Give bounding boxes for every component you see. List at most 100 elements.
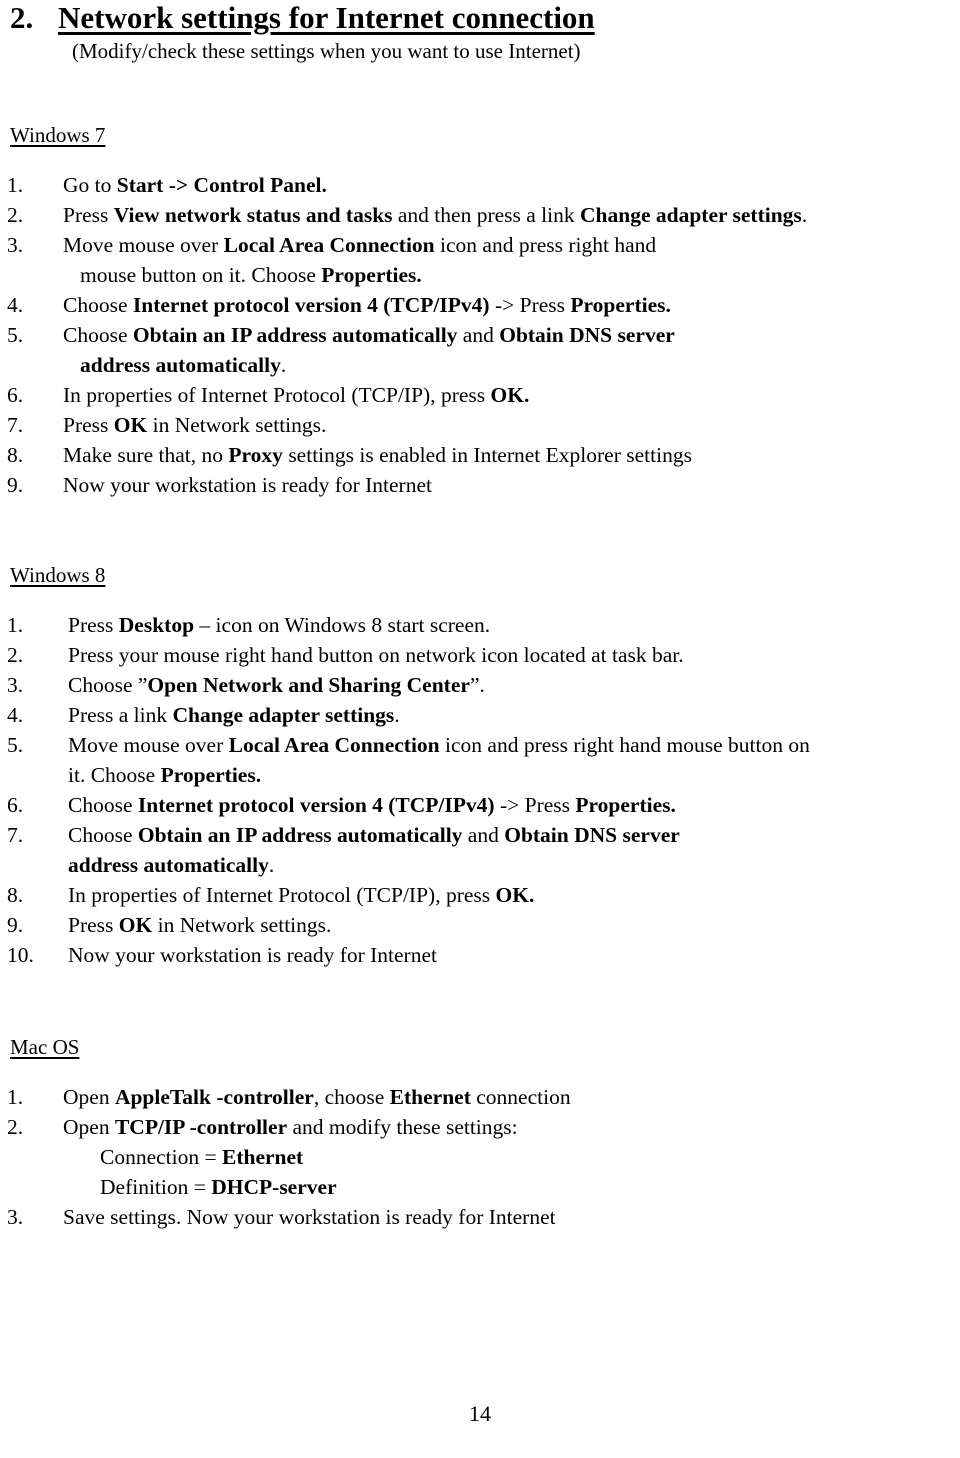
body-text: – icon on Windows 8 start screen. [194, 613, 491, 637]
emphasis-text: Local Area Connection [228, 733, 440, 757]
body-text: In properties of Internet Protocol (TCP/… [68, 883, 496, 907]
step-item: 7. Choose Obtain an IP address automatica… [0, 820, 960, 880]
body-text: Connection = [100, 1145, 222, 1169]
emphasis-text: Change adapter settings [172, 703, 395, 727]
body-text: Now your workstation is ready for Intern… [68, 943, 437, 967]
step-text: Now your workstation is ready for Intern… [0, 470, 960, 500]
step-item: 10. Now your workstation is ready for Int… [0, 940, 960, 970]
step-marker: 5. [7, 323, 24, 347]
emphasis-text: View network status and tasks [113, 203, 393, 227]
step-text: Make sure that, no Proxy settings is ena… [0, 440, 960, 470]
emphasis-text: OK. [490, 383, 530, 407]
step-item: 9. Press OK in Network settings. [0, 910, 960, 940]
step-text: Press OK in Network settings. [0, 410, 960, 440]
step-text: Press Desktop – icon on Windows 8 start … [0, 610, 960, 640]
step-text: Choose Internet protocol version 4 (TCP/… [0, 290, 960, 320]
emphasis-text: Ethernet [389, 1085, 471, 1109]
step-marker: 2. [7, 203, 24, 227]
step-item: 9. Now your workstation is ready for Inte… [0, 470, 960, 500]
section-heading-windows-8: Windows 8 [10, 562, 105, 588]
page-title-text: Network settings for Internet connection [58, 0, 595, 35]
step-marker: 5. [7, 733, 24, 757]
emphasis-text: Open Network and Sharing Center [147, 673, 470, 697]
body-text: Open [63, 1085, 115, 1109]
step-item: 4. Choose Internet protocol version 4 (TC… [0, 290, 960, 320]
body-text: Press your mouse right hand button on ne… [68, 643, 684, 667]
step-continuation-line: mouse button on it. Choose Properties. [0, 260, 960, 290]
body-text: . [394, 703, 400, 727]
step-continuation-line: address automatically. [0, 850, 960, 880]
step-item: 3. Choose ”Open Network and Sharing Cente… [0, 670, 960, 700]
step-text: Save settings. Now your workstation is r… [0, 1202, 960, 1232]
step-text: Press your mouse right hand button on ne… [0, 640, 960, 670]
step-marker: 3. [7, 1205, 24, 1229]
step-continuation-line: address automatically. [0, 350, 960, 380]
step-marker: 8. [7, 883, 24, 907]
step-text: In properties of Internet Protocol (TCP/… [0, 880, 960, 910]
step-marker: 1. [7, 613, 24, 637]
body-text: Now your workstation is ready for Intern… [63, 473, 432, 497]
body-text: Choose [63, 293, 133, 317]
step-item: 5. Choose Obtain an IP address automatica… [0, 320, 960, 380]
body-text: Choose [63, 323, 133, 347]
body-text: Choose ” [68, 673, 148, 697]
step-marker: 9. [7, 473, 24, 497]
body-text: Press [68, 613, 119, 637]
body-text: Move mouse over [68, 733, 229, 757]
emphasis-text: OK. [495, 883, 535, 907]
body-text: . [268, 853, 275, 877]
body-text: . [280, 353, 287, 377]
section-heading-windows-7-label: Windows 7 [10, 123, 106, 147]
emphasis-text: Proxy [228, 443, 283, 467]
emphasis-text: OK [113, 413, 148, 437]
section-heading-mac-os-label: Mac OS [10, 1035, 80, 1059]
emphasis-text: address automatically [80, 353, 281, 377]
emphasis-text: Obtain an IP address automatically [137, 823, 463, 847]
emphasis-text: Local Area Connection [223, 233, 435, 257]
step-marker: 2. [7, 643, 24, 667]
step-marker: 4. [7, 703, 24, 727]
emphasis-text: Desktop [118, 613, 195, 637]
emphasis-text: Internet protocol version 4 (TCP/IPv4) [137, 793, 495, 817]
step-text: Move mouse over Local Area Connection ic… [0, 230, 960, 260]
body-text: Open [63, 1115, 115, 1139]
step-list-mac-os: 1. Open AppleTalk -controller, choose Eth… [0, 1082, 960, 1232]
step-item: 2. Press View network status and tasks an… [0, 200, 960, 230]
page-title-number: 2. [10, 0, 34, 35]
emphasis-text: TCP/IP -controller [114, 1115, 288, 1139]
body-text: in Network settings. [152, 913, 332, 937]
body-text: ”. [469, 673, 485, 697]
emphasis-text: Obtain an IP address automatically [132, 323, 458, 347]
step-marker: 1. [7, 1085, 24, 1109]
body-text: . [801, 203, 808, 227]
page-subtitle: (Modify/check these settings when you wa… [72, 39, 581, 63]
page-title: 2. Network settings for Internet connecti… [10, 0, 910, 36]
emphasis-text: Obtain DNS server [504, 823, 680, 847]
step-marker: 10. [7, 943, 34, 967]
step-text: Choose Obtain an IP address automaticall… [0, 320, 960, 350]
body-text: mouse button on it. Choose [80, 263, 322, 287]
step-text: Choose Obtain an IP address automaticall… [0, 820, 960, 850]
step-continuation-line: Connection = Ethernet [0, 1142, 960, 1172]
step-list-windows-7: 1. Go to Start -> Control Panel. 2. Press V… [0, 170, 960, 500]
body-text: Make sure that, no [63, 443, 229, 467]
step-item: 6. Choose Internet protocol version 4 (TC… [0, 790, 960, 820]
step-text: Press OK in Network settings. [0, 910, 960, 940]
section-heading-windows-7: Windows 7 [10, 122, 105, 148]
body-text: Choose [68, 793, 138, 817]
body-text: Go to [63, 173, 117, 197]
step-item: 4. Press a link Change adapter settings. [0, 700, 960, 730]
emphasis-text: Properties. [160, 763, 262, 787]
body-text: In properties of Internet Protocol (TCP/… [63, 383, 491, 407]
step-item: 3. Move mouse over Local Area Connection … [0, 230, 960, 290]
step-item: 8. Make sure that, no Proxy settings is e… [0, 440, 960, 470]
step-marker: 2. [7, 1115, 24, 1139]
emphasis-text: Properties. [575, 793, 676, 817]
emphasis-text: address automatically [68, 853, 269, 877]
body-text: icon and press right hand mouse button o… [439, 733, 810, 757]
step-marker: 7. [7, 413, 24, 437]
emphasis-text: Obtain DNS server [499, 323, 675, 347]
section-heading-mac-os: Mac OS [10, 1034, 79, 1060]
step-text: Choose ”Open Network and Sharing Center”… [0, 670, 960, 700]
body-text: Save settings. Now your workstation is r… [63, 1205, 556, 1229]
